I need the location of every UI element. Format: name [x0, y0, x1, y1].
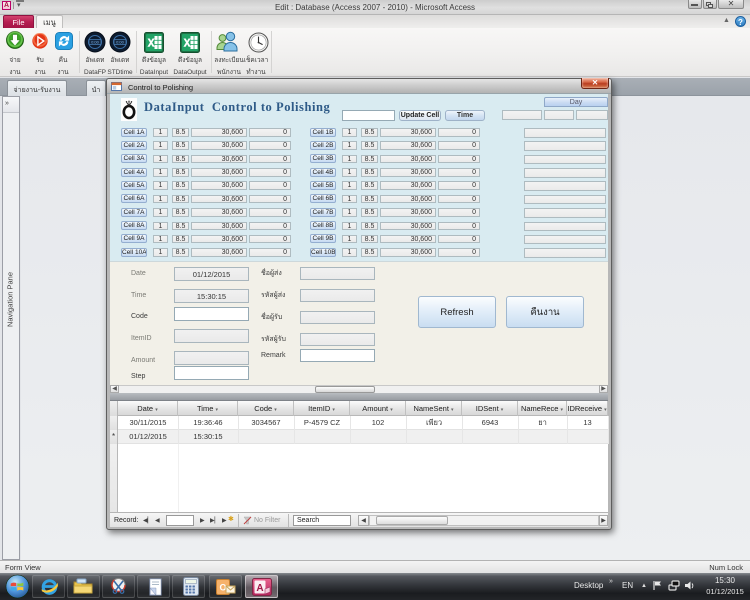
svg-text:0:00: 0:00	[91, 40, 100, 45]
svg-text:0:00: 0:00	[116, 40, 125, 45]
svg-text:A: A	[256, 583, 263, 594]
svg-text:O: O	[219, 583, 226, 593]
